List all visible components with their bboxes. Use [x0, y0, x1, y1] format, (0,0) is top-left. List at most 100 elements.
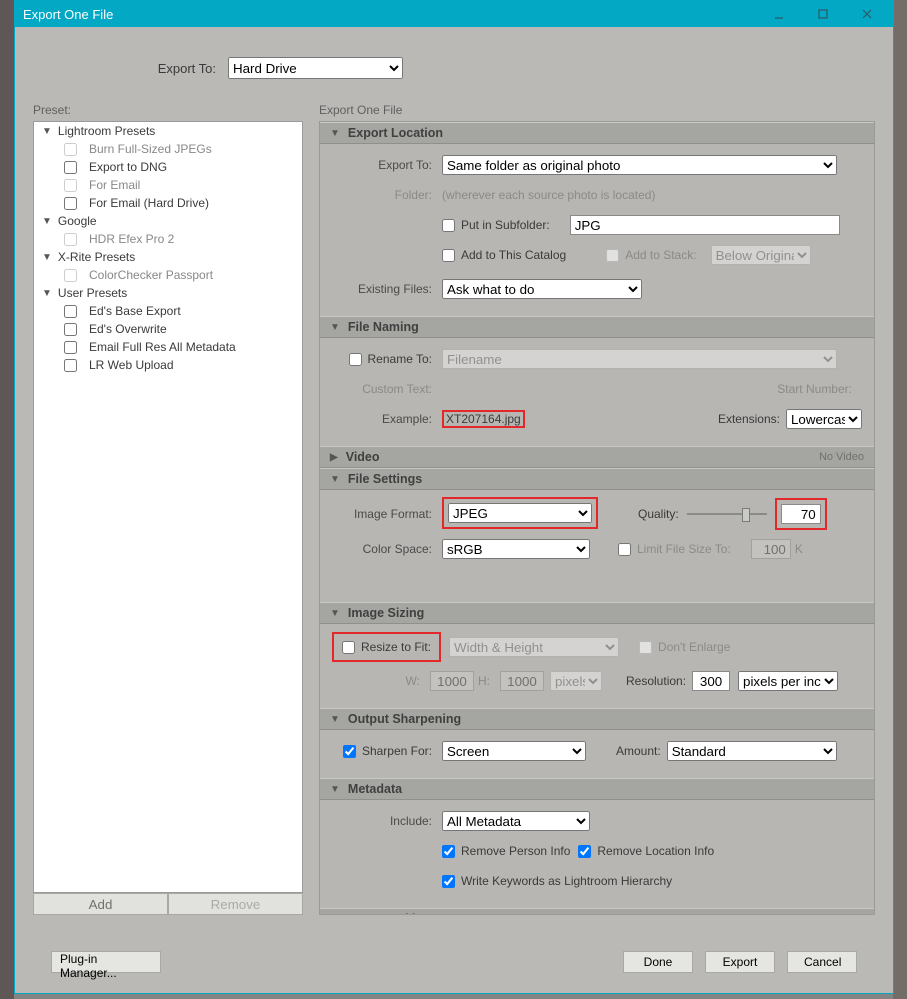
background-right: [893, 0, 907, 999]
height-field: [500, 671, 544, 691]
preset-checkbox[interactable]: [64, 143, 77, 156]
chevron-down-icon: ▼: [42, 216, 52, 227]
resolution-field[interactable]: [692, 671, 730, 691]
height-label: H:: [474, 674, 500, 688]
preset-item[interactable]: Ed's Overwrite: [34, 320, 302, 338]
preset-group-google[interactable]: ▼ Google: [34, 212, 302, 230]
rename-to-checkbox[interactable]: [349, 353, 362, 366]
preset-group-label: Google: [58, 214, 97, 228]
settings-panel[interactable]: ▼Export Location Export To: Same folder …: [319, 121, 875, 915]
preset-checkbox[interactable]: [64, 161, 77, 174]
rename-template-select: Filename: [442, 349, 837, 369]
resize-to-fit-checkbox[interactable]: [342, 641, 355, 654]
preset-checkbox[interactable]: [64, 179, 77, 192]
minimize-button[interactable]: [757, 1, 801, 27]
preset-item[interactable]: ColorChecker Passport: [34, 266, 302, 284]
resolution-label: Resolution:: [626, 674, 686, 688]
preset-checkbox[interactable]: [64, 197, 77, 210]
put-subfolder-checkbox[interactable]: [442, 219, 455, 232]
sharpen-for-select[interactable]: Screen: [442, 741, 586, 761]
preset-group-label: User Presets: [58, 286, 127, 300]
image-format-select[interactable]: JPEG: [448, 503, 592, 523]
example-filename: XT207164.jpg: [442, 410, 525, 428]
preset-checkbox[interactable]: [64, 341, 77, 354]
preset-group-lightroom[interactable]: ▼Lightroom Presets: [34, 122, 302, 140]
remove-person-checkbox[interactable]: [442, 845, 455, 858]
cancel-button[interactable]: Cancel: [787, 951, 857, 973]
preset-checkbox[interactable]: [64, 359, 77, 372]
extensions-select[interactable]: Lowercase: [786, 409, 862, 429]
preset-item[interactable]: Export to DNG: [34, 158, 302, 176]
add-stack-checkbox: [606, 249, 619, 262]
preset-item[interactable]: HDR Efex Pro 2: [34, 230, 302, 248]
section-sharpening[interactable]: ▼Output Sharpening: [320, 708, 874, 730]
amount-label: Amount:: [616, 744, 661, 758]
remove-preset-button[interactable]: Remove: [168, 893, 303, 915]
custom-text-label: Custom Text:: [332, 382, 442, 396]
export-to-label: Export To:: [332, 158, 442, 172]
preset-item[interactable]: Ed's Base Export: [34, 302, 302, 320]
resize-mode-select: Width & Height: [449, 637, 619, 657]
preset-group-xrite[interactable]: ▼X-Rite Presets: [34, 248, 302, 266]
example-label: Example:: [332, 412, 442, 426]
export-dialog: Export One File Export To: Hard Drive Pr…: [14, 0, 894, 994]
subfolder-field[interactable]: [570, 215, 840, 235]
maximize-button[interactable]: [801, 1, 845, 27]
below-select: Below Original: [711, 245, 811, 265]
export-to-folder-select[interactable]: Same folder as original photo: [442, 155, 837, 175]
extensions-label: Extensions:: [718, 412, 780, 426]
preset-item[interactable]: Burn Full-Sized JPEGs: [34, 140, 302, 158]
chevron-down-icon: ▼: [42, 288, 52, 299]
section-image-sizing[interactable]: ▼Image Sizing: [320, 602, 874, 624]
limit-filesize-checkbox[interactable]: [618, 543, 631, 556]
background-left: [0, 0, 14, 999]
plugin-manager-button[interactable]: Plug-in Manager...: [51, 951, 161, 973]
preset-checkbox[interactable]: [64, 233, 77, 246]
video-note: No Video: [819, 451, 864, 463]
preset-checkbox[interactable]: [64, 305, 77, 318]
width-field: [430, 671, 474, 691]
preset-item[interactable]: For Email: [34, 176, 302, 194]
folder-label: Folder:: [332, 188, 442, 202]
export-to-select[interactable]: Hard Drive: [228, 57, 403, 79]
include-metadata-select[interactable]: All Metadata: [442, 811, 590, 831]
preset-checkbox[interactable]: [64, 269, 77, 282]
preset-item[interactable]: Email Full Res All Metadata: [34, 338, 302, 356]
dont-enlarge-checkbox: [639, 641, 652, 654]
export-button[interactable]: Export: [705, 951, 775, 973]
chevron-down-icon: ▼: [42, 252, 52, 263]
section-export-location[interactable]: ▼Export Location: [320, 122, 874, 144]
add-preset-button[interactable]: Add: [33, 893, 168, 915]
section-watermarking[interactable]: ▼Watermarking: [320, 908, 874, 915]
image-format-label: Image Format:: [332, 507, 442, 521]
section-file-settings[interactable]: ▼File Settings: [320, 468, 874, 490]
sharpen-amount-select[interactable]: Standard: [667, 741, 837, 761]
preset-list[interactable]: ▼Lightroom Presets Burn Full-Sized JPEGs…: [33, 121, 303, 893]
quality-slider[interactable]: [687, 505, 767, 523]
existing-label: Existing Files:: [332, 282, 442, 296]
sharpen-for-checkbox[interactable]: [343, 745, 356, 758]
color-space-label: Color Space:: [332, 542, 442, 556]
quality-field[interactable]: [781, 504, 821, 524]
resolution-unit-select[interactable]: pixels per inch: [738, 671, 838, 691]
section-video[interactable]: ▶VideoNo Video: [320, 446, 874, 468]
preset-item[interactable]: For Email (Hard Drive): [34, 194, 302, 212]
close-button[interactable]: [845, 1, 889, 27]
existing-files-select[interactable]: Ask what to do: [442, 279, 642, 299]
section-file-naming[interactable]: ▼File Naming: [320, 316, 874, 338]
preset-item[interactable]: LR Web Upload: [34, 356, 302, 374]
done-button[interactable]: Done: [623, 951, 693, 973]
chevron-down-icon: ▼: [42, 126, 52, 137]
limit-filesize-field: [751, 539, 791, 559]
section-metadata[interactable]: ▼Metadata: [320, 778, 874, 800]
remove-location-checkbox[interactable]: [578, 845, 591, 858]
write-keywords-checkbox[interactable]: [442, 875, 455, 888]
preset-checkbox[interactable]: [64, 323, 77, 336]
add-catalog-checkbox[interactable]: [442, 249, 455, 262]
width-label: W:: [332, 674, 430, 688]
size-unit-select: pixels: [550, 671, 602, 691]
color-space-select[interactable]: sRGB: [442, 539, 590, 559]
right-header: Export One File: [319, 103, 875, 121]
window-title: Export One File: [23, 7, 757, 22]
preset-group-user[interactable]: ▼ User Presets: [34, 284, 302, 302]
